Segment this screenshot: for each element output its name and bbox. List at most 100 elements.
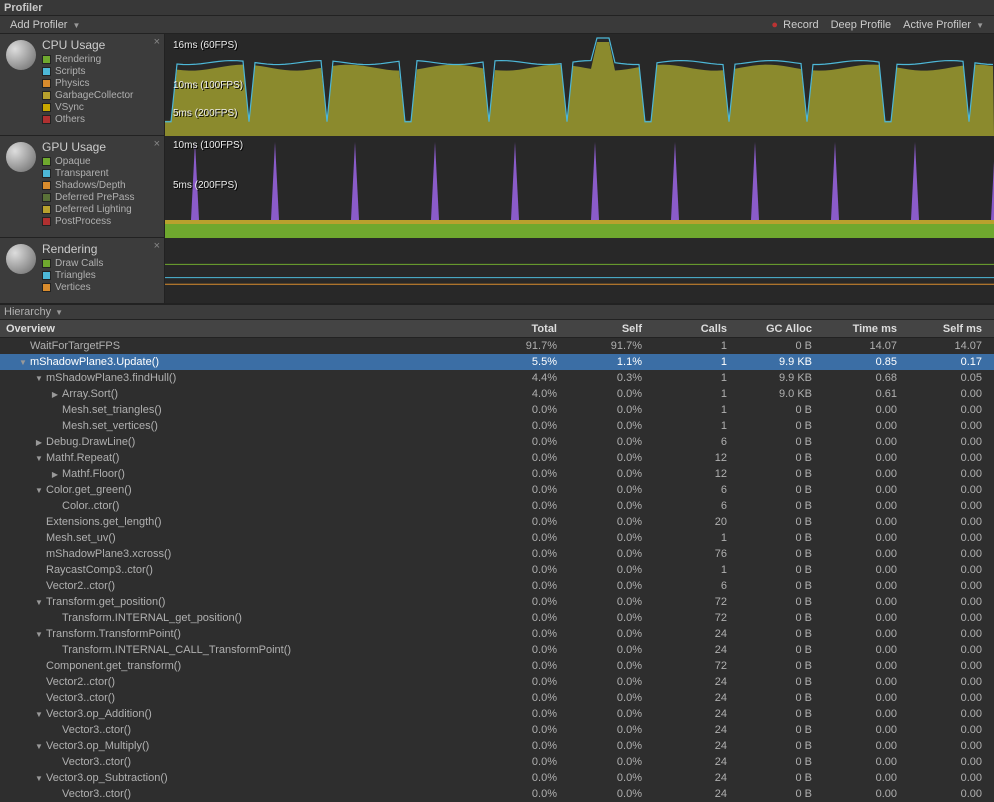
foldout-icon[interactable]: [34, 453, 44, 463]
close-icon[interactable]: ×: [154, 138, 160, 150]
record-button[interactable]: ● Record: [765, 17, 824, 33]
cell-gc: 0 B: [735, 612, 820, 624]
column-self[interactable]: Self: [565, 323, 650, 335]
cell-total: 0.0%: [480, 788, 565, 800]
foldout-icon[interactable]: [50, 645, 60, 655]
foldout-icon[interactable]: [34, 485, 44, 495]
column-overview[interactable]: Overview: [0, 323, 480, 335]
profiler-tab[interactable]: Profiler: [4, 2, 43, 14]
legend-swatch: [42, 181, 51, 190]
track-graph[interactable]: [165, 238, 994, 304]
foldout-icon[interactable]: [18, 341, 28, 351]
cell-total: 5.5%: [480, 356, 565, 368]
column-gc-alloc[interactable]: GC Alloc: [735, 323, 820, 335]
table-row[interactable]: Mesh.set_triangles() 0.0% 0.0% 1 0 B 0.0…: [0, 402, 994, 418]
table-row[interactable]: Component.get_transform() 0.0% 0.0% 72 0…: [0, 658, 994, 674]
dropdown-arrow-icon: ▼: [55, 308, 63, 317]
table-row[interactable]: Transform.INTERNAL_get_position() 0.0% 0…: [0, 610, 994, 626]
row-name: RaycastComp3..ctor(): [46, 564, 153, 576]
table-row[interactable]: Vector3.op_Addition() 0.0% 0.0% 24 0 B 0…: [0, 706, 994, 722]
table-row[interactable]: Debug.DrawLine() 0.0% 0.0% 6 0 B 0.00 0.…: [0, 434, 994, 450]
foldout-icon[interactable]: [50, 757, 60, 767]
table-row[interactable]: mShadowPlane3.Update() 5.5% 1.1% 1 9.9 K…: [0, 354, 994, 370]
close-icon[interactable]: ×: [154, 36, 160, 48]
profiler-track[interactable]: × CPU Usage Rendering Scripts Physics Ga…: [0, 34, 994, 136]
table-row[interactable]: WaitForTargetFPS 91.7% 91.7% 1 0 B 14.07…: [0, 338, 994, 354]
foldout-icon[interactable]: [34, 709, 44, 719]
table-row[interactable]: Color..ctor() 0.0% 0.0% 6 0 B 0.00 0.00: [0, 498, 994, 514]
foldout-icon[interactable]: [34, 597, 44, 607]
column-total[interactable]: Total: [480, 323, 565, 335]
table-row[interactable]: Mesh.set_vertices() 0.0% 0.0% 1 0 B 0.00…: [0, 418, 994, 434]
foldout-icon[interactable]: [50, 421, 60, 431]
profiler-track[interactable]: × Rendering Draw Calls Triangles Vertice…: [0, 238, 994, 304]
table-row[interactable]: Vector2..ctor() 0.0% 0.0% 24 0 B 0.00 0.…: [0, 674, 994, 690]
track-graph[interactable]: 16ms (60FPS)10ms (100FPS)5ms (200FPS): [165, 34, 994, 136]
foldout-icon[interactable]: [50, 725, 60, 735]
track-panel[interactable]: × CPU Usage Rendering Scripts Physics Ga…: [0, 34, 165, 136]
table-row[interactable]: Mathf.Floor() 0.0% 0.0% 12 0 B 0.00 0.00: [0, 466, 994, 482]
foldout-icon[interactable]: [34, 517, 44, 527]
table-row[interactable]: RaycastComp3..ctor() 0.0% 0.0% 1 0 B 0.0…: [0, 562, 994, 578]
row-name: Vector3..ctor(): [62, 788, 131, 800]
foldout-icon[interactable]: [50, 789, 60, 799]
table-row[interactable]: Mathf.Repeat() 0.0% 0.0% 12 0 B 0.00 0.0…: [0, 450, 994, 466]
table-row[interactable]: Vector3..ctor() 0.0% 0.0% 24 0 B 0.00 0.…: [0, 690, 994, 706]
table-row[interactable]: Transform.get_position() 0.0% 0.0% 72 0 …: [0, 594, 994, 610]
table-row[interactable]: Vector3..ctor() 0.0% 0.0% 24 0 B 0.00 0.…: [0, 722, 994, 738]
table-row[interactable]: Vector3.op_Subtraction() 0.0% 0.0% 24 0 …: [0, 770, 994, 786]
add-profiler-button[interactable]: Add Profiler ▼: [4, 17, 86, 33]
cell-gc: 0 B: [735, 516, 820, 528]
table-row[interactable]: Vector3.op_Multiply() 0.0% 0.0% 24 0 B 0…: [0, 738, 994, 754]
foldout-icon[interactable]: [50, 389, 60, 399]
cell-time: 0.00: [820, 788, 905, 800]
table-row[interactable]: Vector3..ctor() 0.0% 0.0% 24 0 B 0.00 0.…: [0, 786, 994, 802]
track-panel[interactable]: × Rendering Draw Calls Triangles Vertice…: [0, 238, 165, 304]
foldout-icon[interactable]: [34, 677, 44, 687]
foldout-icon[interactable]: [50, 501, 60, 511]
foldout-icon[interactable]: [34, 565, 44, 575]
profiler-track[interactable]: × GPU Usage Opaque Transparent Shadows/D…: [0, 136, 994, 238]
table-row[interactable]: Mesh.set_uv() 0.0% 0.0% 1 0 B 0.00 0.00: [0, 530, 994, 546]
cell-total: 0.0%: [480, 676, 565, 688]
row-name: Mesh.set_uv(): [46, 532, 116, 544]
hierarchy-mode-selector[interactable]: Hierarchy ▼: [0, 304, 994, 320]
add-profiler-label: Add Profiler: [10, 19, 67, 31]
column-calls[interactable]: Calls: [650, 323, 735, 335]
foldout-icon[interactable]: [34, 741, 44, 751]
table-row[interactable]: Transform.TransformPoint() 0.0% 0.0% 24 …: [0, 626, 994, 642]
track-graph[interactable]: 10ms (100FPS)5ms (200FPS): [165, 136, 994, 238]
column-self-ms[interactable]: Self ms: [905, 323, 990, 335]
cell-total: 0.0%: [480, 628, 565, 640]
cell-gc: 0 B: [735, 660, 820, 672]
foldout-icon[interactable]: [34, 581, 44, 591]
foldout-icon[interactable]: [34, 773, 44, 783]
table-row[interactable]: mShadowPlane3.xcross() 0.0% 0.0% 76 0 B …: [0, 546, 994, 562]
column-time-ms[interactable]: Time ms: [820, 323, 905, 335]
track-legend: Rendering Scripts Physics GarbageCollect…: [42, 54, 164, 130]
table-row[interactable]: Transform.INTERNAL_CALL_TransformPoint()…: [0, 642, 994, 658]
close-icon[interactable]: ×: [154, 240, 160, 252]
foldout-icon[interactable]: [34, 693, 44, 703]
table-row[interactable]: mShadowPlane3.findHull() 4.4% 0.3% 1 9.9…: [0, 370, 994, 386]
foldout-icon[interactable]: [18, 357, 28, 367]
active-profiler-button[interactable]: Active Profiler ▼: [897, 17, 990, 33]
table-row[interactable]: Vector2..ctor() 0.0% 0.0% 6 0 B 0.00 0.0…: [0, 578, 994, 594]
foldout-icon[interactable]: [34, 629, 44, 639]
table-row[interactable]: Array.Sort() 4.0% 0.0% 1 9.0 KB 0.61 0.0…: [0, 386, 994, 402]
deep-profile-button[interactable]: Deep Profile: [825, 17, 898, 33]
foldout-icon[interactable]: [34, 661, 44, 671]
table-row[interactable]: Color.get_green() 0.0% 0.0% 6 0 B 0.00 0…: [0, 482, 994, 498]
track-panel[interactable]: × GPU Usage Opaque Transparent Shadows/D…: [0, 136, 165, 238]
foldout-icon[interactable]: [50, 405, 60, 415]
foldout-icon[interactable]: [34, 373, 44, 383]
cell-selfms: 0.00: [905, 596, 990, 608]
foldout-icon[interactable]: [50, 469, 60, 479]
graph-time-marker: 16ms (60FPS): [173, 40, 237, 51]
foldout-icon[interactable]: [34, 437, 44, 447]
foldout-icon[interactable]: [34, 549, 44, 559]
table-row[interactable]: Vector3..ctor() 0.0% 0.0% 24 0 B 0.00 0.…: [0, 754, 994, 770]
foldout-icon[interactable]: [50, 613, 60, 623]
table-row[interactable]: Extensions.get_length() 0.0% 0.0% 20 0 B…: [0, 514, 994, 530]
foldout-icon[interactable]: [34, 533, 44, 543]
